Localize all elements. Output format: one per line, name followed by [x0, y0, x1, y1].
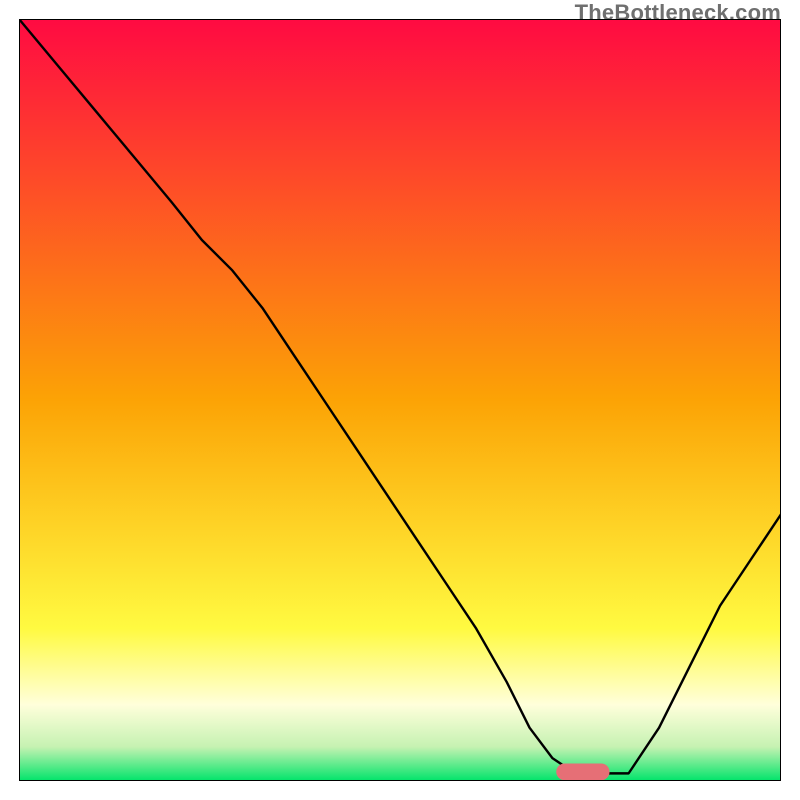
gradient-background [19, 19, 781, 781]
plot-svg [19, 19, 781, 781]
optimum-marker [556, 763, 609, 780]
chart-container: TheBottleneck.com [0, 0, 800, 800]
plot-area [19, 19, 781, 781]
